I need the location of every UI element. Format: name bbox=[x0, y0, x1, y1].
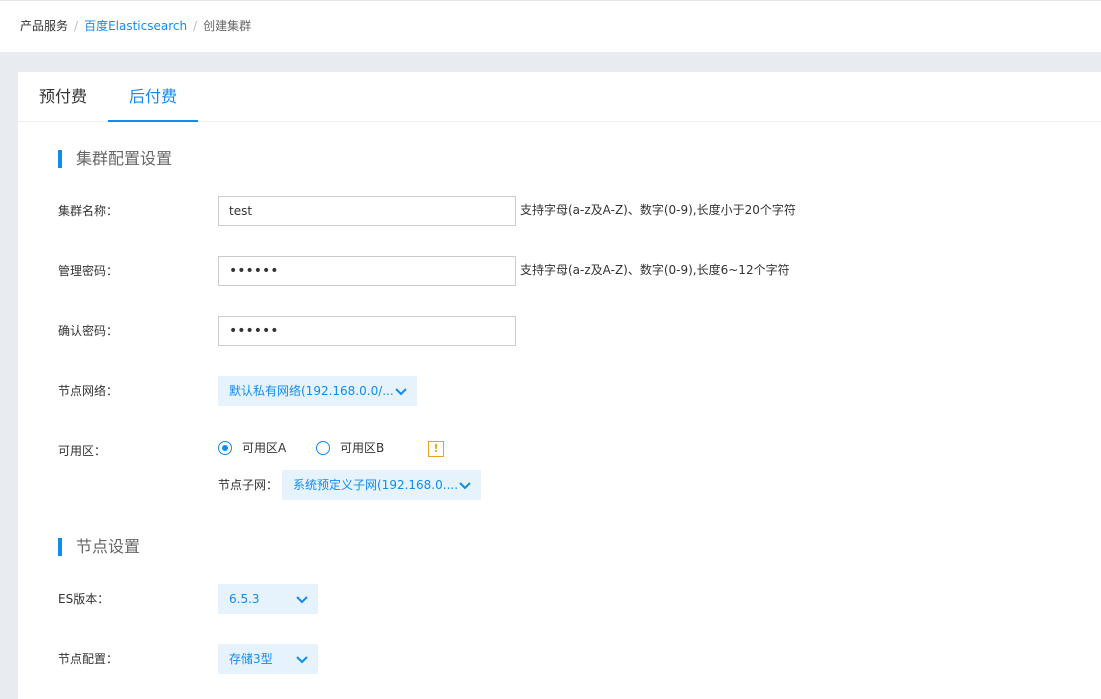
chevron-down-icon bbox=[296, 596, 308, 604]
cluster-name-label: 集群名称： bbox=[58, 204, 119, 218]
network-select[interactable]: 默认私有网络(192.168.0.0/... bbox=[218, 376, 417, 406]
es-version-label: ES版本： bbox=[58, 592, 110, 606]
subnet-label: 节点子网： bbox=[218, 478, 279, 492]
section-title-text: 节点设置 bbox=[76, 537, 141, 556]
password-input[interactable]: •••••• bbox=[218, 256, 516, 286]
section-bar bbox=[58, 150, 62, 168]
breadcrumb-separator: / bbox=[193, 19, 198, 33]
network-select-value: 默认私有网络(192.168.0.0/... bbox=[229, 384, 394, 398]
zone-label: 可用区： bbox=[58, 444, 107, 458]
breadcrumb-current: 创建集群 bbox=[203, 19, 252, 33]
subnet-select-value: 系统预定义子网(192.168.0.... bbox=[293, 478, 459, 492]
breadcrumb-separator: / bbox=[74, 19, 79, 33]
tab-prepaid[interactable]: 预付费 bbox=[18, 72, 108, 122]
chevron-down-icon bbox=[296, 656, 308, 664]
cluster-name-input[interactable] bbox=[218, 196, 516, 226]
es-version-value: 6.5.3 bbox=[229, 592, 260, 606]
es-version-select[interactable]: 6.5.3 bbox=[218, 584, 318, 614]
zone-radio-a-label: 可用区A bbox=[242, 441, 287, 455]
confirm-password-input[interactable]: •••••• bbox=[218, 316, 516, 346]
password-hint: 支持字母(a-z及A-Z)、数字(0-9),长度6~12个字符 bbox=[520, 263, 790, 277]
breadcrumb-link[interactable]: 百度Elasticsearch bbox=[84, 19, 187, 33]
node-config-value: 存储3型 bbox=[229, 652, 273, 666]
node-config-label: 节点配置： bbox=[58, 652, 119, 666]
form-card: 预付费 后付费 集群配置设置 集群名称： 支持字母(a-z及A-Z)、数字(0-… bbox=[18, 72, 1101, 699]
breadcrumb: 产品服务 / 百度Elasticsearch / 创建集群 bbox=[20, 18, 251, 34]
section-title-text: 集群配置设置 bbox=[76, 149, 173, 168]
chevron-down-icon bbox=[459, 482, 471, 490]
zone-radio-b[interactable]: 可用区B bbox=[316, 440, 396, 456]
tab-postpaid[interactable]: 后付费 bbox=[108, 72, 198, 122]
radio-unchecked-icon bbox=[316, 441, 330, 455]
node-config-select[interactable]: 存储3型 bbox=[218, 644, 318, 674]
breadcrumb-root[interactable]: 产品服务 bbox=[20, 19, 68, 33]
radio-checked-icon bbox=[218, 441, 232, 455]
network-label: 节点网络： bbox=[58, 384, 119, 398]
warning-icon[interactable]: ! bbox=[428, 441, 444, 457]
section-title-cluster: 集群配置设置 bbox=[58, 150, 172, 168]
zone-radio-a[interactable]: 可用区A bbox=[218, 440, 298, 456]
zone-radio-b-label: 可用区B bbox=[340, 441, 385, 455]
chevron-down-icon bbox=[395, 388, 407, 396]
section-title-node: 节点设置 bbox=[58, 538, 140, 556]
confirm-password-label: 确认密码： bbox=[58, 324, 119, 338]
billing-tabs: 预付费 后付费 bbox=[18, 72, 1101, 122]
subnet-select[interactable]: 系统预定义子网(192.168.0.... bbox=[282, 470, 481, 500]
password-label: 管理密码： bbox=[58, 264, 119, 278]
section-bar bbox=[58, 538, 62, 556]
top-bar: 产品服务 / 百度Elasticsearch / 创建集群 bbox=[0, 0, 1101, 52]
cluster-name-hint: 支持字母(a-z及A-Z)、数字(0-9),长度小于20个字符 bbox=[520, 203, 796, 217]
